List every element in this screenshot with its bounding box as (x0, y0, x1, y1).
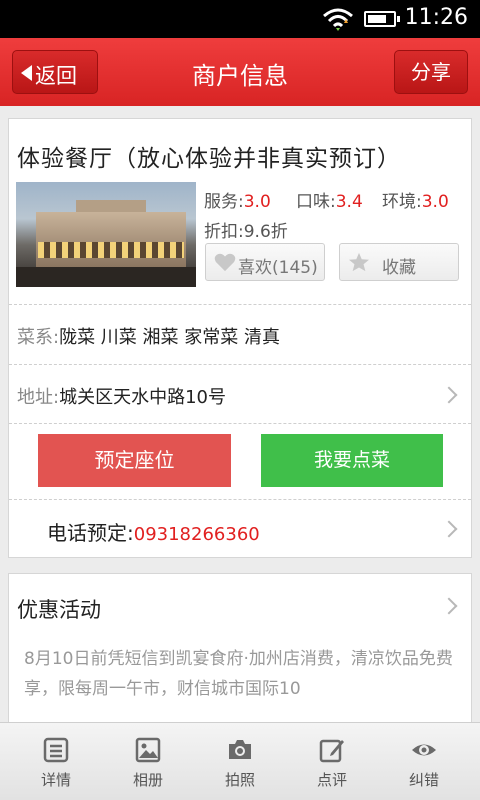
correction-icon (412, 744, 436, 756)
tab-review[interactable]: 点评 (286, 723, 378, 800)
restaurant-name: 体验餐厅（放心体验并非真实预订） (17, 146, 401, 172)
tab-review-label: 点评 (316, 771, 347, 789)
promotion-text: 8月10日前凭短信到凯宴食府·加州店消费，清凉饮品免费享，限每周一午市，财信城市… (24, 649, 453, 699)
wifi-icon (323, 8, 353, 31)
address-row[interactable]: 地址:城关区天水中路10号 (17, 383, 226, 409)
review-icon (319, 739, 344, 763)
tab-camera-label: 拍照 (224, 771, 255, 789)
restaurant-photo[interactable] (16, 182, 196, 287)
phone-key: 电话预定: (47, 521, 134, 545)
details-icon (43, 737, 69, 763)
battery-icon (364, 11, 400, 27)
rating-service: 服务:3.0 (204, 192, 271, 212)
tab-correction[interactable]: 纠错 (378, 723, 470, 800)
album-icon (135, 737, 161, 763)
divider (9, 423, 471, 424)
promotion-card[interactable]: 优惠活动 8月10日前凭短信到凯宴食府·加州店消费，清凉饮品免费享，限每周一午市… (8, 573, 472, 733)
merchant-card: 体验餐厅（放心体验并非真实预订） 服务:3.0 口味:3.4 环境:3.0 折扣… (8, 118, 472, 558)
tab-album[interactable]: 相册 (102, 723, 194, 800)
reserve-seat-button[interactable]: 预定座位 (38, 434, 231, 487)
status-bar: 11:26 (0, 0, 480, 38)
order-dishes-button[interactable]: 我要点菜 (261, 434, 443, 487)
favorite-button-label: 收藏 (382, 258, 416, 278)
cuisine-value: 陇菜 川菜 湘菜 家常菜 清真 (59, 327, 280, 348)
heart-icon (214, 253, 236, 272)
tab-camera[interactable]: 拍照 (194, 723, 286, 800)
bottom-tab-bar: 详情 相册 拍照 点评 纠错 (0, 722, 480, 800)
promotion-title: 优惠活动 (17, 598, 101, 622)
like-button-label: 喜欢(145) (238, 258, 318, 278)
discount: 折扣:9.6折 (204, 222, 288, 242)
address-chevron-icon (440, 386, 458, 404)
promotion-chevron-icon (440, 597, 458, 615)
divider (9, 304, 471, 305)
tab-album-label: 相册 (132, 771, 163, 789)
phone-chevron-icon (440, 520, 458, 538)
phone-number: 09318266360 (133, 524, 260, 545)
tab-details-label: 详情 (40, 771, 71, 789)
status-time: 11:26 (404, 5, 468, 30)
share-button[interactable]: 分享 (394, 50, 468, 94)
address-key: 地址: (17, 387, 60, 408)
tab-details[interactable]: 详情 (10, 723, 102, 800)
like-button[interactable]: 喜欢(145) (205, 243, 325, 281)
cuisine-key: 菜系: (17, 327, 60, 348)
cuisine-row: 菜系:陇菜 川菜 湘菜 家常菜 清真 (17, 323, 280, 349)
rating-taste: 口味:3.4 (296, 192, 363, 212)
camera-icon (229, 740, 251, 759)
title-bar: 返回 商户信息 分享 (0, 38, 480, 106)
divider (9, 364, 471, 365)
tab-correction-label: 纠错 (408, 771, 439, 789)
address-value: 城关区天水中路10号 (59, 387, 226, 408)
rating-environment: 环境:3.0 (382, 192, 449, 212)
phone-reservation-row[interactable]: 电话预定:09318266360 (47, 517, 260, 546)
star-icon (349, 252, 369, 272)
divider (9, 499, 471, 500)
favorite-button[interactable]: 收藏 (339, 243, 459, 281)
